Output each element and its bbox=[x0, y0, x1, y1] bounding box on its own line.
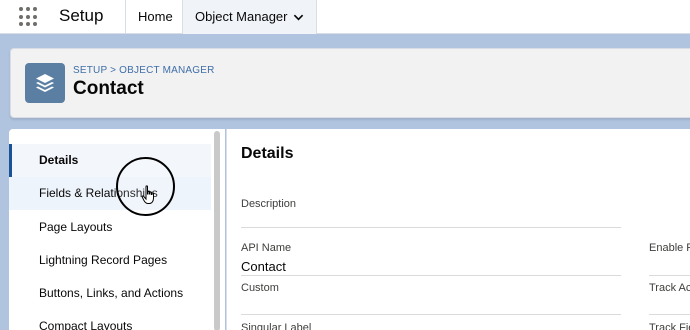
field-divider bbox=[241, 314, 621, 315]
object-header: SETUP > OBJECT MANAGER Contact bbox=[10, 48, 690, 118]
tab-object-manager-label: Object Manager bbox=[195, 9, 288, 24]
track-field-history-label: Track Fie bbox=[649, 322, 690, 330]
sidebar-item-details[interactable]: Details bbox=[9, 144, 211, 177]
api-name-label: API Name bbox=[241, 242, 292, 254]
sidebar-scrollbar-thumb[interactable] bbox=[214, 131, 220, 330]
layers-icon bbox=[25, 63, 65, 103]
sidebar-item-buttons-links-actions[interactable]: Buttons, Links, and Actions bbox=[9, 277, 211, 310]
field-divider bbox=[241, 275, 621, 276]
details-title: Details bbox=[241, 145, 294, 162]
app-launcher-icon[interactable] bbox=[19, 7, 39, 27]
sidebar-item-compact-layouts[interactable]: Compact Layouts bbox=[9, 310, 211, 330]
details-panel: Details Description API Name Contact Cus… bbox=[226, 129, 690, 330]
tab-object-manager[interactable]: Object Manager bbox=[182, 0, 317, 34]
page-title: Contact bbox=[73, 78, 144, 99]
singular-label-label: Singular Label bbox=[241, 322, 312, 330]
description-label: Description bbox=[241, 198, 297, 210]
sidebar-item-fields-relationships[interactable]: Fields & Relationships bbox=[9, 177, 211, 210]
tab-home[interactable]: Home bbox=[125, 0, 182, 34]
hand-cursor-icon bbox=[141, 185, 154, 204]
sidebar-item-lightning-record-pages[interactable]: Lightning Record Pages bbox=[9, 244, 211, 277]
chevron-down-icon[interactable] bbox=[293, 12, 304, 23]
enable-reports-label: Enable R bbox=[649, 242, 690, 254]
api-name-value: Contact bbox=[241, 259, 286, 274]
field-divider bbox=[649, 275, 690, 276]
field-divider bbox=[649, 314, 690, 315]
object-sidebar: Details Fields & Relationships Page Layo… bbox=[9, 129, 211, 330]
sidebar-item-page-layouts[interactable]: Page Layouts bbox=[9, 211, 211, 244]
top-nav-bar: Setup Home Object Manager bbox=[0, 0, 690, 34]
breadcrumb[interactable]: SETUP > OBJECT MANAGER bbox=[73, 65, 215, 76]
field-divider bbox=[241, 227, 621, 228]
track-activities-label: Track Ac bbox=[649, 282, 690, 294]
app-title: Setup bbox=[59, 6, 104, 25]
custom-label: Custom bbox=[241, 282, 279, 294]
